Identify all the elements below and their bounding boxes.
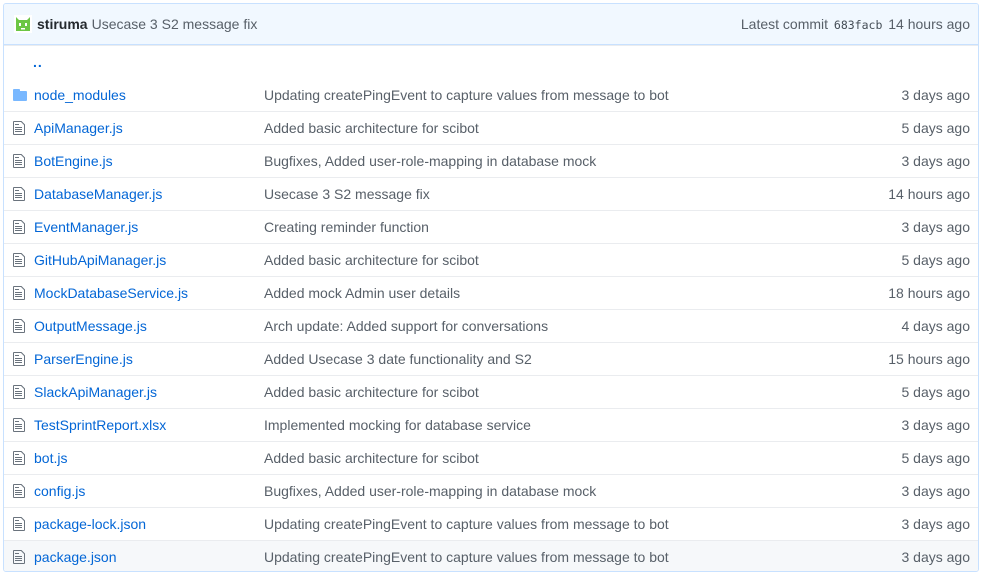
file-age: 3 days ago bbox=[901, 417, 971, 433]
file-icon bbox=[13, 285, 27, 301]
commit-age: 14 hours ago bbox=[888, 16, 970, 32]
file-age: 3 days ago bbox=[901, 516, 971, 532]
file-age: 5 days ago bbox=[901, 120, 971, 136]
file-row: ApiManager.js Added basic architecture fo… bbox=[4, 111, 978, 144]
file-name-link[interactable]: package-lock.json bbox=[34, 516, 264, 532]
file-row: package.json Updating createPingEvent to … bbox=[4, 540, 978, 571]
file-age: 5 days ago bbox=[901, 384, 971, 400]
file-list: node_modules Updating createPingEvent to … bbox=[4, 78, 978, 571]
file-name-link[interactable]: TestSprintReport.xlsx bbox=[34, 417, 264, 433]
file-commit-message-link[interactable]: Bugfixes, Added user-role-mapping in dat… bbox=[264, 483, 850, 499]
file-row: package-lock.json Updating createPingEven… bbox=[4, 507, 978, 540]
file-commit-message-link[interactable]: Added Usecase 3 date functionality and S… bbox=[264, 351, 850, 367]
file-icon bbox=[13, 120, 27, 136]
file-age: 3 days ago bbox=[901, 549, 971, 565]
file-icon bbox=[13, 450, 27, 466]
latest-commit-label: Latest commit bbox=[740, 16, 829, 32]
file-name-link[interactable]: OutputMessage.js bbox=[34, 318, 264, 334]
commit-message-link[interactable]: Usecase 3 S2 message fix bbox=[92, 16, 258, 32]
file-commit-message-link[interactable]: Added basic architecture for scibot bbox=[264, 384, 850, 400]
file-age: 4 days ago bbox=[901, 318, 971, 334]
parent-directory-row: .. bbox=[4, 45, 978, 78]
file-commit-message-link[interactable]: Added basic architecture for scibot bbox=[264, 120, 850, 136]
file-age: 3 days ago bbox=[901, 483, 971, 499]
file-icon bbox=[13, 516, 27, 532]
file-icon bbox=[13, 417, 27, 433]
commit-sha-link[interactable]: 683facb bbox=[834, 18, 882, 32]
latest-commit-bar: stiruma Usecase 3 S2 message fix Latest … bbox=[4, 4, 978, 45]
file-icon bbox=[13, 483, 27, 499]
file-name-link[interactable]: BotEngine.js bbox=[34, 153, 264, 169]
file-commit-message-link[interactable]: Arch update: Added support for conversat… bbox=[264, 318, 850, 334]
file-row: BotEngine.js Bugfixes, Added user-role-ma… bbox=[4, 144, 978, 177]
file-name-link[interactable]: EventManager.js bbox=[34, 219, 264, 235]
file-commit-message-link[interactable]: Updating createPingEvent to capture valu… bbox=[264, 549, 850, 565]
file-name-link[interactable]: package.json bbox=[34, 549, 264, 565]
file-row: node_modules Updating createPingEvent to … bbox=[4, 78, 978, 111]
file-commit-message-link[interactable]: Bugfixes, Added user-role-mapping in dat… bbox=[264, 153, 850, 169]
file-name-link[interactable]: bot.js bbox=[34, 450, 264, 466]
file-name-link[interactable]: ApiManager.js bbox=[34, 120, 264, 136]
file-age: 3 days ago bbox=[901, 153, 971, 169]
file-icon bbox=[13, 219, 27, 235]
file-icon bbox=[13, 252, 27, 268]
file-age: 5 days ago bbox=[901, 252, 971, 268]
file-icon bbox=[13, 549, 27, 565]
file-age: 18 hours ago bbox=[888, 285, 970, 301]
file-name-link[interactable]: ParserEngine.js bbox=[34, 351, 264, 367]
file-browser: stiruma Usecase 3 S2 message fix Latest … bbox=[3, 3, 979, 572]
commit-author-link[interactable]: stiruma bbox=[37, 16, 88, 32]
file-commit-message-link[interactable]: Updating createPingEvent to capture valu… bbox=[264, 87, 850, 103]
parent-directory-link[interactable]: .. bbox=[33, 54, 43, 70]
file-row: GitHubApiManager.js Added basic architect… bbox=[4, 243, 978, 276]
file-age: 15 hours ago bbox=[888, 351, 970, 367]
file-name-link[interactable]: config.js bbox=[34, 483, 264, 499]
file-icon bbox=[13, 351, 27, 367]
file-commit-message-link[interactable]: Creating reminder function bbox=[264, 219, 850, 235]
file-name-link[interactable]: SlackApiManager.js bbox=[34, 384, 264, 400]
file-age: 14 hours ago bbox=[888, 186, 970, 202]
file-age: 3 days ago bbox=[901, 219, 971, 235]
file-commit-message-link[interactable]: Added basic architecture for scibot bbox=[264, 252, 850, 268]
file-row: TestSprintReport.xlsx Implemented mocking… bbox=[4, 408, 978, 441]
file-row: OutputMessage.js Arch update: Added suppo… bbox=[4, 309, 978, 342]
file-icon bbox=[13, 186, 27, 202]
file-commit-message-link[interactable]: Implemented mocking for database service bbox=[264, 417, 850, 433]
file-name-link[interactable]: DatabaseManager.js bbox=[34, 186, 264, 202]
file-row: MockDatabaseService.js Added mock Admin u… bbox=[4, 276, 978, 309]
avatar-icon[interactable] bbox=[14, 15, 32, 33]
commit-meta: Latest commit 683facb 14 hours ago bbox=[741, 16, 970, 32]
file-commit-message-link[interactable]: Usecase 3 S2 message fix bbox=[264, 186, 850, 202]
file-row: bot.js Added basic architecture for scibo… bbox=[4, 441, 978, 474]
file-row: DatabaseManager.js Usecase 3 S2 message f… bbox=[4, 177, 978, 210]
file-row: SlackApiManager.js Added basic architectu… bbox=[4, 375, 978, 408]
file-row: EventManager.js Creating reminder functio… bbox=[4, 210, 978, 243]
file-icon bbox=[13, 153, 27, 169]
file-row: config.js Bugfixes, Added user-role-mappi… bbox=[4, 474, 978, 507]
file-commit-message-link[interactable]: Added basic architecture for scibot bbox=[264, 450, 850, 466]
file-name-link[interactable]: node_modules bbox=[34, 87, 264, 103]
file-name-link[interactable]: MockDatabaseService.js bbox=[34, 285, 264, 301]
file-icon bbox=[13, 384, 27, 400]
file-age: 5 days ago bbox=[901, 450, 971, 466]
file-age: 3 days ago bbox=[901, 86, 971, 103]
file-icon bbox=[13, 318, 27, 334]
folder-icon bbox=[13, 87, 27, 103]
file-name-link[interactable]: GitHubApiManager.js bbox=[34, 252, 264, 268]
file-commit-message-link[interactable]: Updating createPingEvent to capture valu… bbox=[264, 516, 850, 532]
file-commit-message-link[interactable]: Added mock Admin user details bbox=[264, 285, 850, 301]
file-row: ParserEngine.js Added Usecase 3 date func… bbox=[4, 342, 978, 375]
